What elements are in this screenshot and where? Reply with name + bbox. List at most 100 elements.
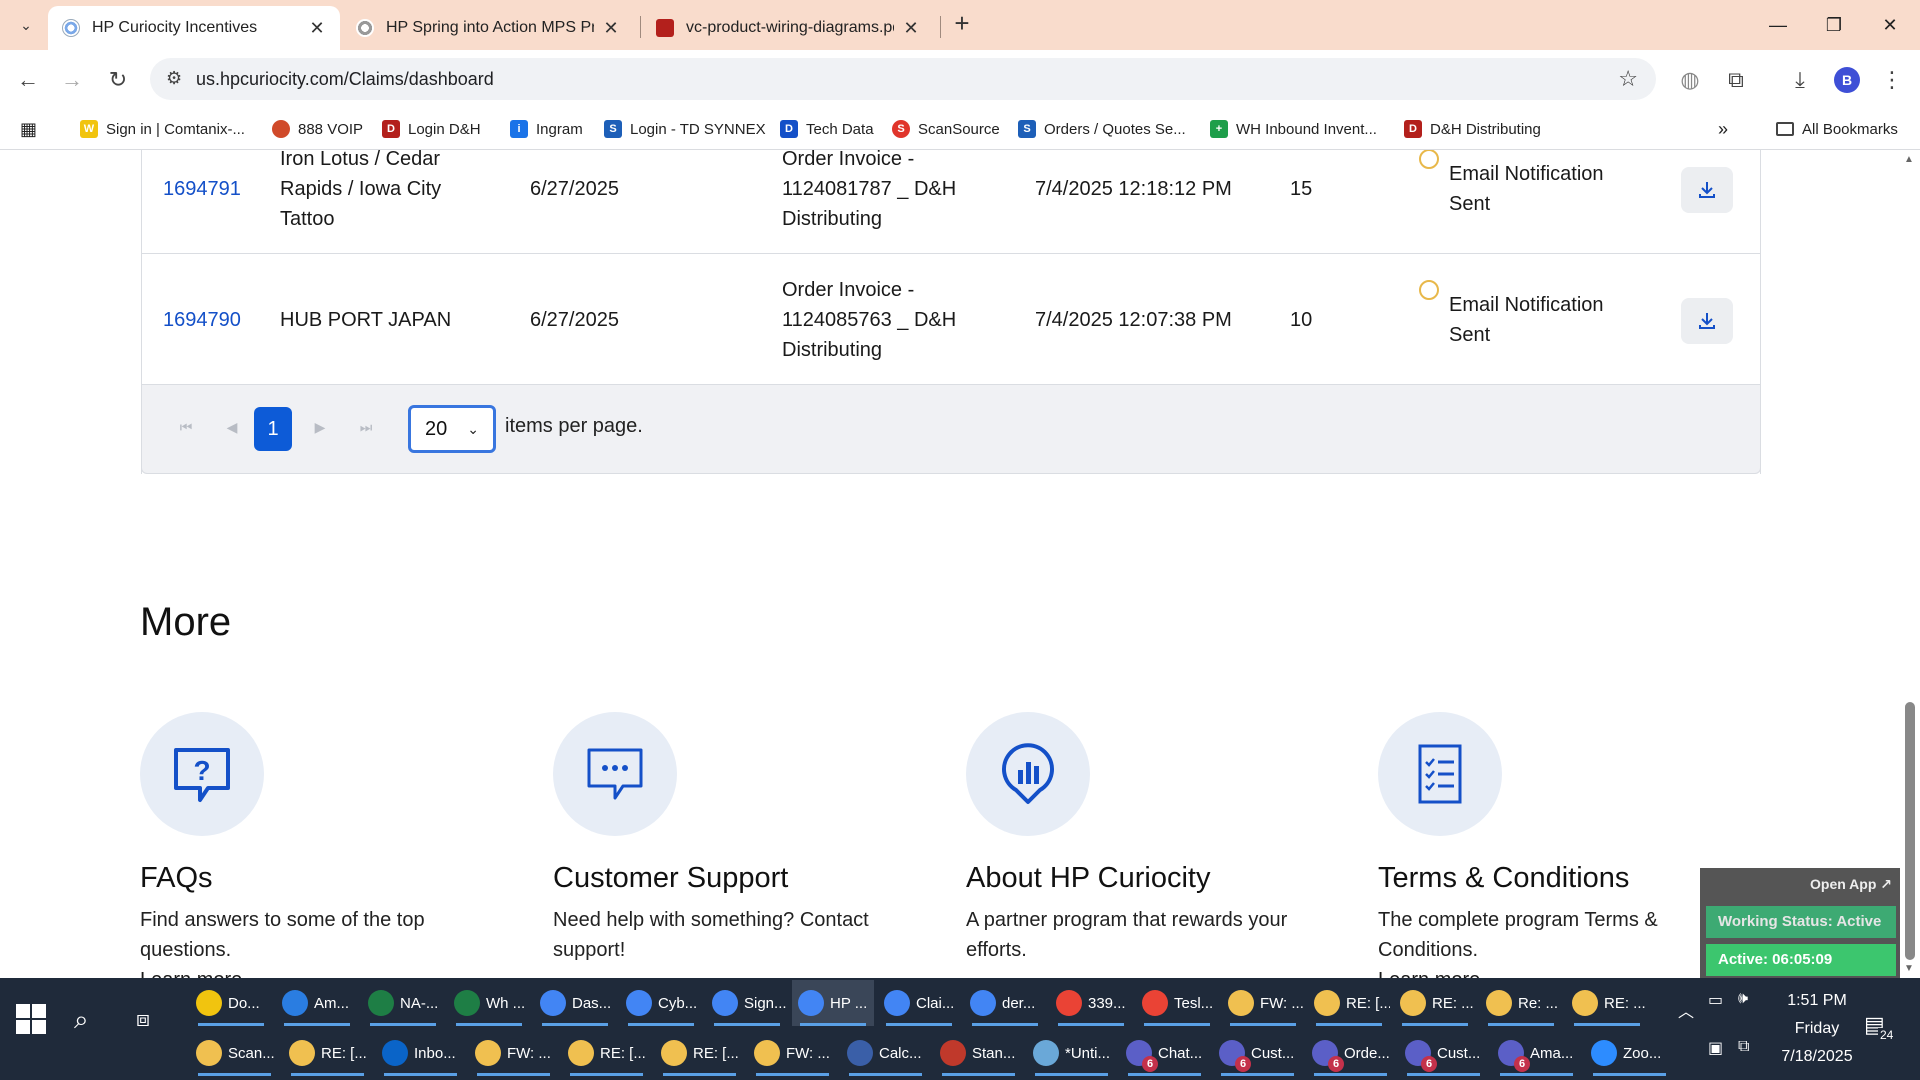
bookmark-scansource[interactable]: S ScanSource: [892, 116, 1000, 142]
taskbar-app-button[interactable]: Zoo...: [1585, 1030, 1674, 1076]
taskbar-app-button[interactable]: Wh ...: [448, 980, 530, 1026]
extensions-icon[interactable]: ⧉: [1720, 64, 1752, 96]
network-icon[interactable]: ▣: [1708, 1038, 1723, 1058]
apps-grid-icon[interactable]: ▦: [20, 116, 37, 142]
bookmark-888-voip[interactable]: 888 VOIP: [272, 116, 363, 142]
taskbar-app-button[interactable]: Stan...: [934, 1030, 1023, 1076]
learn-more-link[interactable]: Learn more: [140, 969, 520, 978]
scroll-down-icon[interactable]: ▼: [1904, 963, 1914, 974]
taskbar-app-button[interactable]: Cyb...: [620, 980, 702, 1026]
taskbar-app-button[interactable]: 6 Chat...: [1120, 1030, 1209, 1076]
clock-time[interactable]: 1:51 PM: [1772, 992, 1862, 1010]
bookmark-star-icon[interactable]: ☆: [1618, 66, 1638, 92]
minimize-icon[interactable]: —: [1754, 8, 1802, 42]
last-page-icon[interactable]: ⏭: [354, 415, 378, 439]
prev-page-icon[interactable]: ◀: [220, 415, 244, 439]
taskbar-app-button[interactable]: RE: ...: [1394, 980, 1476, 1026]
taskbar-app-button[interactable]: FW: ...: [1222, 980, 1304, 1026]
tab-close-icon[interactable]: ✕: [308, 18, 326, 39]
reload-icon[interactable]: ↻: [102, 64, 134, 96]
scroll-up-icon[interactable]: ▲: [1904, 154, 1914, 165]
bookmark-comtanix[interactable]: W Sign in | Comtanix-...: [80, 116, 245, 142]
tab-wiring-pdf[interactable]: vc-product-wiring-diagrams.pd ✕: [642, 6, 934, 50]
taskbar-app-button[interactable]: FW: ...: [469, 1030, 558, 1076]
taskbar-app-button[interactable]: Am...: [276, 980, 358, 1026]
volume-icon[interactable]: 🕪: [1738, 990, 1748, 1008]
display-icon[interactable]: ⧉: [1738, 1038, 1749, 1056]
taskbar-app-button[interactable]: Scan...: [190, 1030, 279, 1076]
bookmarks-overflow-icon[interactable]: »: [1718, 116, 1728, 142]
taskbar-app-button[interactable]: 6 Ama...: [1492, 1030, 1581, 1076]
claim-id-link[interactable]: 1694790: [163, 255, 241, 385]
forward-icon[interactable]: →: [56, 64, 88, 96]
bookmark-td-synnex[interactable]: S Login - TD SYNNEX: [604, 116, 766, 142]
clock-date[interactable]: 7/18/2025: [1772, 1048, 1862, 1066]
download-button[interactable]: [1681, 167, 1733, 213]
battery-icon[interactable]: ▭: [1708, 990, 1723, 1010]
taskbar-app-button[interactable]: 6 Orde...: [1306, 1030, 1395, 1076]
translate-globe-icon[interactable]: ◍: [1674, 64, 1706, 96]
app-icon: [568, 1040, 594, 1066]
taskbar-app-button[interactable]: Calc...: [841, 1030, 930, 1076]
back-icon[interactable]: ←: [12, 64, 44, 96]
taskbar-app-button[interactable]: RE: [...: [1308, 980, 1390, 1026]
page-scrollbar[interactable]: ▲ ▼: [1900, 150, 1920, 978]
running-indicator: [1221, 1073, 1294, 1076]
windows-start-icon[interactable]: [14, 1002, 48, 1036]
running-indicator: [972, 1023, 1038, 1026]
taskbar-app-button[interactable]: Das...: [534, 980, 616, 1026]
claim-id-link[interactable]: 1694791: [163, 150, 241, 254]
taskbar-app-button[interactable]: 6 Cust...: [1399, 1030, 1488, 1076]
taskbar-app-button[interactable]: RE: [...: [655, 1030, 744, 1076]
taskbar-app-button[interactable]: 6 Cust...: [1213, 1030, 1302, 1076]
address-bar[interactable]: ⚙ us.hpcuriocity.com/Claims/dashboard ☆: [150, 58, 1656, 100]
menu-kebab-icon[interactable]: ⋮: [1876, 64, 1908, 96]
first-page-icon[interactable]: ⏮: [174, 415, 198, 439]
running-indicator: [1035, 1073, 1108, 1076]
scroll-thumb[interactable]: [1905, 702, 1915, 960]
taskbar-app-button[interactable]: Do...: [190, 980, 272, 1026]
next-page-icon[interactable]: ▶: [308, 415, 332, 439]
tab-close-icon[interactable]: ✕: [902, 18, 920, 39]
current-page-button[interactable]: 1: [254, 407, 292, 451]
profile-avatar[interactable]: B: [1834, 67, 1860, 93]
window-close-icon[interactable]: ✕: [1866, 8, 1914, 42]
taskbar-app-button[interactable]: RE: [...: [283, 1030, 372, 1076]
taskbar-app-button[interactable]: RE: ...: [1566, 980, 1648, 1026]
bookmark-ingram[interactable]: i Ingram: [510, 116, 583, 142]
taskbar-app-button[interactable]: Tesl...: [1136, 980, 1218, 1026]
tab-hp-curiocity[interactable]: HP Curiocity Incentives ✕: [48, 6, 340, 50]
tab-search-chevron-icon[interactable]: ⌄: [12, 11, 40, 39]
tab-hp-spring[interactable]: HP Spring into Action MPS Pro ✕: [342, 6, 634, 50]
restore-icon[interactable]: ❐: [1810, 8, 1858, 42]
taskbar-app-button[interactable]: 339...: [1050, 980, 1132, 1026]
taskbar-app-button[interactable]: *Unti...: [1027, 1030, 1116, 1076]
bookmark-orders-quotes[interactable]: S Orders / Quotes Se...: [1018, 116, 1186, 142]
all-bookmarks[interactable]: All Bookmarks: [1776, 116, 1898, 142]
bookmark-dh-distributing[interactable]: D D&H Distributing: [1404, 116, 1541, 142]
tray-chevron-icon[interactable]: ︿: [1678, 998, 1694, 1022]
taskbar-app-button[interactable]: Re: ...: [1480, 980, 1562, 1026]
download-icon[interactable]: ⤓: [1784, 64, 1816, 96]
taskbar-app-button[interactable]: der...: [964, 980, 1046, 1026]
download-button[interactable]: [1681, 298, 1733, 344]
page-size-select[interactable]: 20 ⌄: [408, 405, 496, 453]
task-view-icon[interactable]: ⧈: [136, 1006, 150, 1032]
taskbar-app-button[interactable]: Inbo...: [376, 1030, 465, 1076]
search-icon[interactable]: ⌕: [74, 1004, 89, 1036]
open-app-button[interactable]: Open App ↗: [1810, 876, 1892, 893]
url-text[interactable]: us.hpcuriocity.com/Claims/dashboard: [196, 69, 494, 90]
tab-close-icon[interactable]: ✕: [602, 18, 620, 39]
bookmark-tech-data[interactable]: D Tech Data: [780, 116, 874, 142]
clock-day[interactable]: Friday: [1772, 1020, 1862, 1038]
taskbar-app-button[interactable]: Clai...: [878, 980, 960, 1026]
new-tab-icon[interactable]: +: [948, 10, 976, 38]
bookmark-wh-inbound[interactable]: + WH Inbound Invent...: [1210, 116, 1377, 142]
taskbar-app-button[interactable]: NA-...: [362, 980, 444, 1026]
taskbar-app-button[interactable]: Sign...: [706, 980, 788, 1026]
taskbar-app-button[interactable]: HP ...: [792, 980, 874, 1026]
bookmark-login-dh[interactable]: D Login D&H: [382, 116, 481, 142]
taskbar-app-button[interactable]: RE: [...: [562, 1030, 651, 1076]
taskbar-app-button[interactable]: FW: ...: [748, 1030, 837, 1076]
site-info-icon[interactable]: ⚙: [166, 68, 182, 89]
